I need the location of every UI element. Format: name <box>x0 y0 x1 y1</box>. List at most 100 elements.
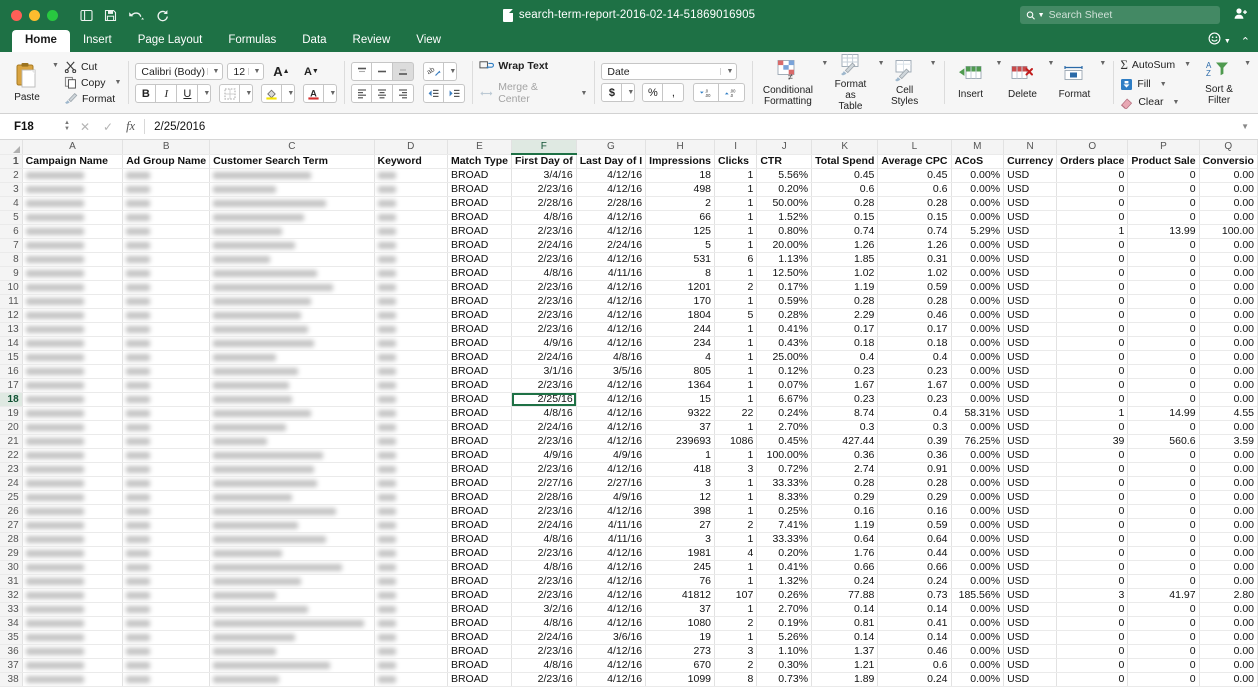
cell-M34[interactable]: 0.00% <box>951 616 1005 631</box>
row-header-13[interactable]: 13 <box>0 322 23 337</box>
increase-indent-button[interactable] <box>444 84 466 103</box>
cell-N9[interactable]: USD <box>1003 266 1058 281</box>
redacted-cell-C10[interactable] <box>209 280 375 295</box>
cell-P16[interactable]: 0 <box>1127 364 1200 379</box>
row-header-2[interactable]: 2 <box>0 168 23 183</box>
insert-function-icon[interactable]: fx <box>126 119 135 134</box>
cell-L24[interactable]: 0.28 <box>877 476 952 491</box>
redacted-cell-D34[interactable] <box>374 616 448 631</box>
cell-G28[interactable]: 4/11/16 <box>576 532 647 547</box>
table-row[interactable]: 29 BROAD 2/23/16 4/12/16 1981 4 0.20% 1.76 0.44 0… <box>0 546 1258 561</box>
cell-I38[interactable]: 8 <box>714 672 758 687</box>
cell-I26[interactable]: 1 <box>714 504 758 519</box>
cell-J24[interactable]: 33.33% <box>756 476 813 491</box>
cell-P23[interactable]: 0 <box>1127 462 1200 477</box>
redacted-cell-D4[interactable] <box>374 196 448 211</box>
cell-Q32[interactable]: 2.80 <box>1199 588 1258 603</box>
cell-I30[interactable]: 1 <box>714 560 758 575</box>
cell-E16[interactable]: BROAD <box>447 364 512 379</box>
cell-G9[interactable]: 4/11/16 <box>576 266 647 281</box>
cell-E29[interactable]: BROAD <box>447 546 512 561</box>
cell-K5[interactable]: 0.15 <box>811 210 879 225</box>
cell-F33[interactable]: 3/2/16 <box>511 602 577 617</box>
cell-N5[interactable]: USD <box>1003 210 1058 225</box>
cell-I13[interactable]: 1 <box>714 322 758 337</box>
cell-Q14[interactable]: 0.00 <box>1199 336 1258 351</box>
redacted-cell-C22[interactable] <box>209 448 375 463</box>
cell-J37[interactable]: 0.30% <box>756 658 813 673</box>
redacted-cell-D7[interactable] <box>374 238 448 253</box>
merge-center-caret-icon[interactable]: ▼ <box>580 90 587 97</box>
cell-Q37[interactable]: 0.00 <box>1199 658 1258 673</box>
cell-P36[interactable]: 0 <box>1127 644 1200 659</box>
column-header-F[interactable]: F <box>511 140 577 155</box>
header-cell-A1[interactable]: Campaign Name <box>22 154 124 169</box>
cell-K21[interactable]: 427.44 <box>811 434 879 449</box>
cell-H31[interactable]: 76 <box>645 574 716 589</box>
fill-button[interactable]: Fill ▼ <box>1120 78 1191 91</box>
table-row[interactable]: 14 BROAD 4/9/16 4/12/16 234 1 0.43% 0.18 0.18 0.0… <box>0 336 1258 351</box>
table-row[interactable]: 33 BROAD 3/2/16 4/12/16 37 1 2.70% 0.14 0.14 0.00… <box>0 602 1258 617</box>
cell-G37[interactable]: 4/12/16 <box>576 658 647 673</box>
cell-Q33[interactable]: 0.00 <box>1199 602 1258 617</box>
cell-O2[interactable]: 0 <box>1056 168 1129 183</box>
close-window-button[interactable] <box>11 9 22 21</box>
redacted-cell-D27[interactable] <box>374 518 448 533</box>
cell-P21[interactable]: 560.6 <box>1127 434 1200 449</box>
table-row[interactable]: 37 BROAD 4/8/16 4/12/16 670 2 0.30% 1.21 0.6 0.00… <box>0 658 1258 673</box>
format-as-table-button[interactable]: Format as Table <box>828 51 872 114</box>
cell-E5[interactable]: BROAD <box>447 210 512 225</box>
cell-E12[interactable]: BROAD <box>447 308 512 323</box>
cell-M26[interactable]: 0.00% <box>951 504 1005 519</box>
redacted-cell-C32[interactable] <box>209 588 375 603</box>
align-bottom-button[interactable] <box>393 62 415 81</box>
table-row[interactable]: 12 BROAD 2/23/16 4/12/16 1804 5 0.28% 2.29 0.46 0… <box>0 308 1258 323</box>
cell-E13[interactable]: BROAD <box>447 322 512 337</box>
redacted-cell-B33[interactable] <box>122 602 211 617</box>
cell-N18[interactable]: USD <box>1003 392 1058 407</box>
cell-O14[interactable]: 0 <box>1056 336 1129 351</box>
format-cells-caret-icon[interactable]: ▼ <box>1099 60 1106 67</box>
redacted-cell-B37[interactable] <box>122 658 211 673</box>
cell-N27[interactable]: USD <box>1003 518 1058 533</box>
ribbon-tab-bar[interactable]: Home Insert Page Layout Formulas Data Re… <box>0 30 1258 52</box>
cell-H17[interactable]: 1364 <box>645 378 716 393</box>
header-cell-P1[interactable]: Product Sale <box>1127 154 1200 169</box>
cell-G14[interactable]: 4/12/16 <box>576 336 647 351</box>
redacted-cell-B28[interactable] <box>122 532 211 547</box>
cell-M16[interactable]: 0.00% <box>951 364 1005 379</box>
cell-N33[interactable]: USD <box>1003 602 1058 617</box>
redacted-cell-A32[interactable] <box>22 588 124 603</box>
cell-G12[interactable]: 4/12/16 <box>576 308 647 323</box>
redacted-cell-C31[interactable] <box>209 574 375 589</box>
cell-H29[interactable]: 1981 <box>645 546 716 561</box>
cell-M25[interactable]: 0.00% <box>951 490 1005 505</box>
cell-L8[interactable]: 0.31 <box>877 252 952 267</box>
cell-J2[interactable]: 5.56% <box>756 168 813 183</box>
smiley-feedback-icon[interactable] <box>1208 32 1221 50</box>
cell-J19[interactable]: 0.24% <box>756 406 813 421</box>
redacted-cell-C11[interactable] <box>209 294 375 309</box>
cell-H19[interactable]: 9322 <box>645 406 716 421</box>
cell-E23[interactable]: BROAD <box>447 462 512 477</box>
redacted-cell-B15[interactable] <box>122 350 211 365</box>
redacted-cell-D5[interactable] <box>374 210 448 225</box>
cell-G25[interactable]: 4/9/16 <box>576 490 647 505</box>
cell-I32[interactable]: 107 <box>714 588 758 603</box>
cell-O33[interactable]: 0 <box>1056 602 1129 617</box>
autosum-button[interactable]: Σ AutoSum ▼ <box>1120 57 1191 73</box>
redacted-cell-A28[interactable] <box>22 532 124 547</box>
cell-H36[interactable]: 273 <box>645 644 716 659</box>
sort-filter-caret-icon[interactable]: ▼ <box>1244 60 1251 67</box>
table-row[interactable]: 16 BROAD 3/1/16 3/5/16 805 1 0.12% 0.23 0.23 0.00… <box>0 364 1258 379</box>
redacted-cell-D25[interactable] <box>374 490 448 505</box>
cell-L29[interactable]: 0.44 <box>877 546 952 561</box>
cell-I25[interactable]: 1 <box>714 490 758 505</box>
redacted-cell-D22[interactable] <box>374 448 448 463</box>
redacted-cell-D36[interactable] <box>374 644 448 659</box>
cell-N25[interactable]: USD <box>1003 490 1058 505</box>
number-format-caret-icon[interactable]: ▼ <box>720 68 733 75</box>
cell-P35[interactable]: 0 <box>1127 630 1200 645</box>
cell-L11[interactable]: 0.28 <box>877 294 952 309</box>
redacted-cell-A31[interactable] <box>22 574 124 589</box>
